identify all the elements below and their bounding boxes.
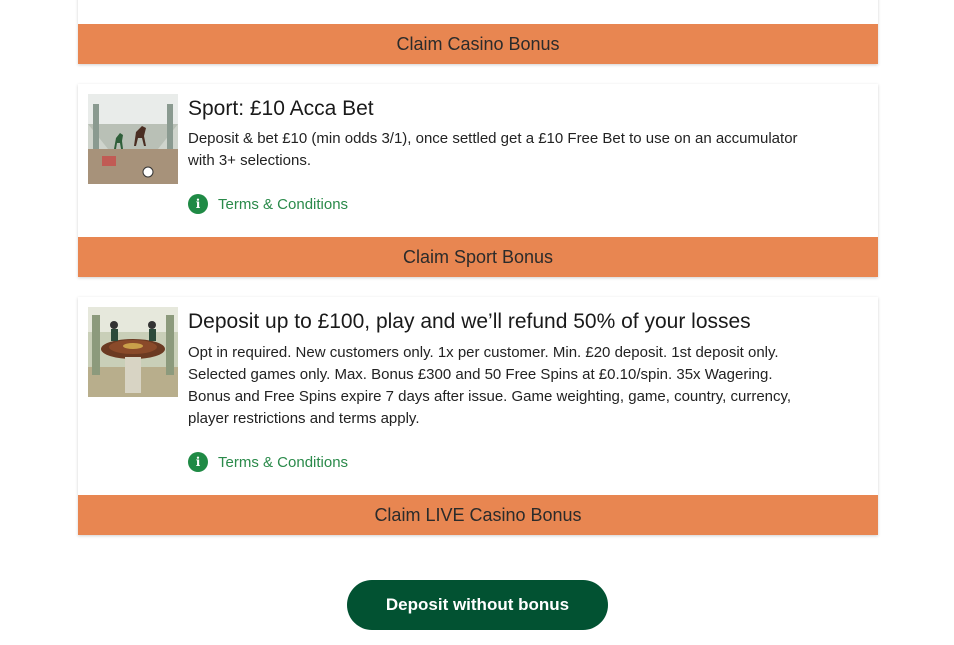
live-casino-bonus-card: Deposit up to £100, play and we’ll refun… bbox=[78, 297, 878, 535]
claim-sport-bonus-button[interactable]: Claim Sport Bonus bbox=[78, 237, 878, 277]
offer-title: Deposit up to £100, play and we’ll refun… bbox=[188, 310, 751, 333]
casino-bonus-card: i Claim Casino Bonus bbox=[78, 0, 878, 64]
sport-offer-image bbox=[88, 94, 178, 184]
terms-conditions-link[interactable]: i Terms & Conditions bbox=[188, 194, 348, 214]
claim-live-casino-bonus-button[interactable]: Claim LIVE Casino Bonus bbox=[78, 495, 878, 535]
terms-conditions-label: Terms & Conditions bbox=[218, 195, 349, 213]
claim-casino-bonus-button[interactable]: Claim Casino Bonus bbox=[78, 24, 878, 64]
sport-bonus-card: Sport: £10 Acca Bet Deposit & bet £10 (m… bbox=[78, 84, 878, 277]
deposit-without-bonus-button[interactable]: Deposit without bonus bbox=[347, 580, 608, 630]
terms-conditions-link[interactable]: i Terms & Conditions bbox=[188, 452, 348, 472]
live-casino-offer-image bbox=[88, 307, 178, 397]
info-icon: i bbox=[188, 452, 208, 472]
offer-description: Opt in required. New customers only. 1x … bbox=[188, 344, 792, 427]
info-icon: i bbox=[188, 194, 208, 214]
casino-bonus-card-body: i bbox=[78, 0, 878, 24]
offer-description: Deposit & bet £10 (min odds 3/1), once s… bbox=[188, 130, 798, 169]
offer-title: Sport: £10 Acca Bet bbox=[188, 97, 374, 120]
terms-conditions-label: Terms & Conditions bbox=[218, 453, 349, 471]
